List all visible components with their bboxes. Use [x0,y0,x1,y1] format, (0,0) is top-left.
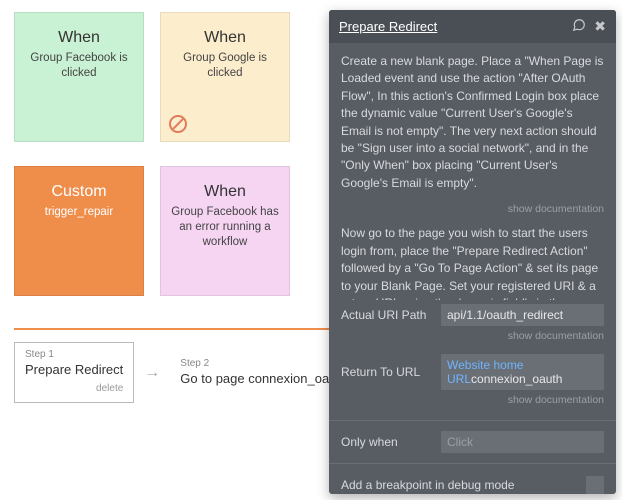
step-text: Go to page connexion_oauth [180,371,347,386]
panel-body: Create a new blank page. Place a "When P… [329,43,616,300]
field-uri: Actual URI Path api/1.1/oauth_redirect [329,300,616,330]
step-delete[interactable]: delete [25,383,123,394]
event-card[interactable]: When Group Facebook has an error running… [160,166,290,296]
event-sub: trigger_repair [45,205,113,220]
field-return: Return To URL Website home URLconnexion_… [329,350,616,394]
event-title: When [58,29,100,47]
event-sub: Group Facebook has an error running a wo… [169,205,281,250]
field-label: Return To URL [341,365,433,379]
arrow-icon: → [144,364,160,382]
event-sub: Group Google is clicked [169,51,281,81]
separator [329,420,616,421]
event-card[interactable]: When Group Facebook is clicked [14,12,144,142]
workflow-canvas: When Group Facebook is clicked When Grou… [0,0,622,500]
blocked-icon [169,115,187,133]
field-label: Only when [341,435,433,449]
return-url-input[interactable]: Website home URLconnexion_oauth [441,354,604,390]
step-text: Prepare Redirect [25,362,123,377]
event-sub: Group Facebook is clicked [23,51,135,81]
event-card[interactable]: When Group Google is clicked [160,12,290,142]
show-documentation-link[interactable]: show documentation [329,330,604,342]
panel-title: Prepare Redirect [339,19,564,34]
event-title: When [204,29,246,47]
step-label: Step 1 [25,349,123,360]
breakpoint-label: Add a breakpoint in debug mode [341,478,514,492]
show-documentation-link[interactable]: show documentation [329,394,604,406]
panel-paragraph: Create a new blank page. Place a "When P… [341,53,604,192]
panel-paragraph: Now go to the page you wish to start the… [341,225,604,300]
comment-icon[interactable] [572,18,586,35]
properties-panel: Prepare Redirect ✖ Create a new blank pa… [329,10,616,494]
event-title: When [204,183,246,201]
static-value: connexion_oauth [471,372,562,386]
breakpoint-row: Add a breakpoint in debug mode [329,470,616,494]
event-card-selected[interactable]: Custom trigger_repair [14,166,144,296]
separator [329,463,616,464]
field-label: Actual URI Path [341,308,433,322]
show-documentation-link[interactable]: show documentation [341,202,604,217]
breakpoint-checkbox[interactable] [586,476,604,494]
field-only-when: Only when Click [329,427,616,457]
step-card[interactable]: Step 1 Prepare Redirect delete [14,342,134,403]
uri-input[interactable]: api/1.1/oauth_redirect [441,304,604,326]
panel-header[interactable]: Prepare Redirect ✖ [329,10,616,43]
close-icon[interactable]: ✖ [594,18,606,35]
only-when-input[interactable]: Click [441,431,604,453]
step-label: Step 2 [180,358,347,369]
event-title: Custom [51,183,106,201]
